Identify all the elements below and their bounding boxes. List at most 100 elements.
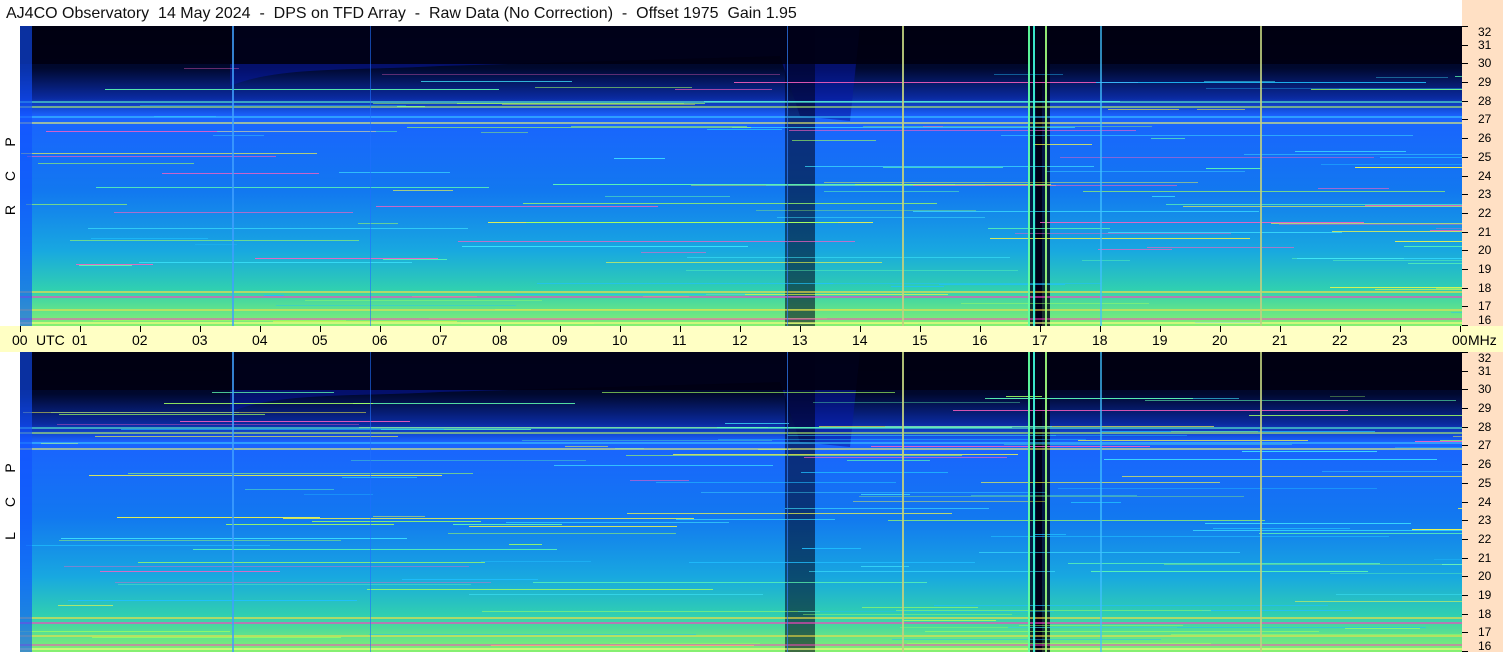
rcp-interference-line (1365, 205, 1462, 206)
bottom-margin (0, 652, 1503, 672)
rcp-interference-line (516, 294, 745, 295)
time-axis: 00 01 02 03 04 05 06 07 08 09 10 11 12 13 14 15 16 17 18 19… (0, 326, 1503, 352)
lcp-interference-line (118, 584, 471, 585)
rcp-interference-line (1204, 81, 1275, 82)
rcp-interference-line (686, 270, 1018, 271)
lcp-interference-line (725, 423, 789, 424)
time-label: 07 (432, 332, 448, 348)
rcp-freq-tick (1462, 45, 1468, 46)
lcp-interference-line (953, 410, 1348, 411)
lcp-interference-line (1071, 502, 1121, 503)
lcp-freq-label: 17 (1478, 625, 1492, 639)
lcp-spectrogram (20, 352, 1462, 652)
rcp-interference-line (1197, 109, 1245, 110)
rcp-burst-line (1100, 26, 1102, 326)
time-label: 19 (1152, 332, 1168, 348)
lcp-band-line (20, 617, 1462, 619)
rcp-interference-line (1436, 288, 1462, 289)
rcp-interference-line (815, 283, 1101, 284)
rcp-freq-label: 17 (1478, 299, 1492, 313)
lcp-freq-tick (1462, 595, 1468, 596)
rcp-interference-line (184, 68, 239, 69)
lcp-interference-line (1412, 529, 1462, 530)
lcp-interference-line (95, 436, 398, 437)
time-label: 03 (192, 332, 208, 348)
rcp-burst-line (1260, 26, 1262, 326)
lcp-band-line (20, 644, 1462, 646)
rcp-freq-tick (1462, 288, 1468, 289)
rcp-interference-line (756, 210, 976, 211)
rcp-freq-tick (1462, 82, 1468, 83)
lcp-interference-line (804, 457, 1007, 458)
rcp-freq-label: 22 (1478, 206, 1492, 220)
rcp-freq-tick (1462, 119, 1468, 120)
rcp-band-line (20, 291, 1462, 293)
rcp-interference-line (614, 158, 665, 159)
rcp-interference-line (855, 184, 1051, 185)
rcp-interference-line (1001, 135, 1413, 136)
rcp-interference-line (961, 303, 1149, 304)
rcp-interference-line (988, 228, 1110, 229)
rcp-interference-line (805, 166, 1094, 167)
time-label: 10 (612, 332, 628, 348)
lcp-interference-line (787, 435, 1056, 436)
rcp-band-line (20, 122, 1462, 124)
time-label: 14 (852, 332, 868, 348)
rcp-interference-line (162, 173, 319, 174)
rcp-interference-line (923, 126, 943, 127)
rcp-interference-line (1151, 138, 1185, 139)
lcp-interference-line (1068, 563, 1380, 564)
lcp-interference-line (1171, 431, 1258, 432)
lcp-interference-line (57, 424, 359, 425)
lcp-freq-tick (1462, 427, 1468, 428)
lcp-interference-line (785, 508, 989, 509)
rcp-interference-line (195, 244, 237, 245)
rcp-interference-line (1015, 233, 1231, 234)
lcp-interference-line (1322, 471, 1462, 472)
lcp-interference-line (907, 643, 1211, 644)
lcp-interference-line (312, 521, 481, 522)
lcp-interference-line (1091, 571, 1368, 572)
lcp-interference-line (64, 566, 469, 567)
rcp-freq-label: 31 (1478, 38, 1492, 52)
lcp-interference-line (871, 446, 1150, 447)
time-label: 00 (12, 332, 28, 348)
rcp-band-line (20, 116, 1462, 118)
lcp-interference-line (509, 544, 542, 545)
rcp-interference-line (734, 82, 1138, 83)
lcp-interference-line (1122, 476, 1462, 477)
rcp-freq-tick (1462, 213, 1468, 214)
rcp-freq-tick (1462, 176, 1468, 177)
rcp-burst-line (902, 26, 904, 326)
lcp-band-line (20, 648, 1462, 650)
rcp-freq-tick (1462, 157, 1468, 158)
lcp-interference-line (892, 639, 1161, 640)
rcp-interference-line (535, 87, 692, 88)
rcp-interference-line (606, 262, 882, 263)
rcp-interference-line (276, 305, 516, 306)
lcp-interference-line (885, 426, 1052, 427)
lcp-interference-line (20, 631, 230, 632)
rcp-freq-tick (1462, 63, 1468, 64)
lcp-interference-line (1336, 594, 1462, 595)
lcp-band-line (20, 448, 1462, 450)
rcp-edge-column (20, 26, 32, 326)
rcp-freq-tick (1462, 26, 1468, 27)
lcp-interference-line (89, 475, 442, 476)
lcp-interference-line (802, 548, 861, 549)
rcp-freq-label: 24 (1478, 169, 1492, 183)
lcp-interference-line (138, 562, 485, 563)
rcp-interference-line (1375, 289, 1462, 290)
rcp-burst-line (1033, 26, 1035, 326)
rcp-burst-line (1028, 26, 1030, 326)
time-end-unit-label: MHz (1468, 332, 1497, 348)
lcp-upper-band (20, 352, 1462, 390)
lcp-interference-line (1006, 396, 1042, 397)
rcp-band-line (20, 101, 1462, 103)
lcp-interference-line (801, 472, 948, 473)
lcp-band-line (20, 442, 1462, 444)
axis-header-strip (1462, 0, 1503, 26)
lcp-interference-line (1330, 396, 1365, 397)
lcp-interference-line (58, 605, 113, 606)
lcp-interference-line (522, 440, 772, 441)
